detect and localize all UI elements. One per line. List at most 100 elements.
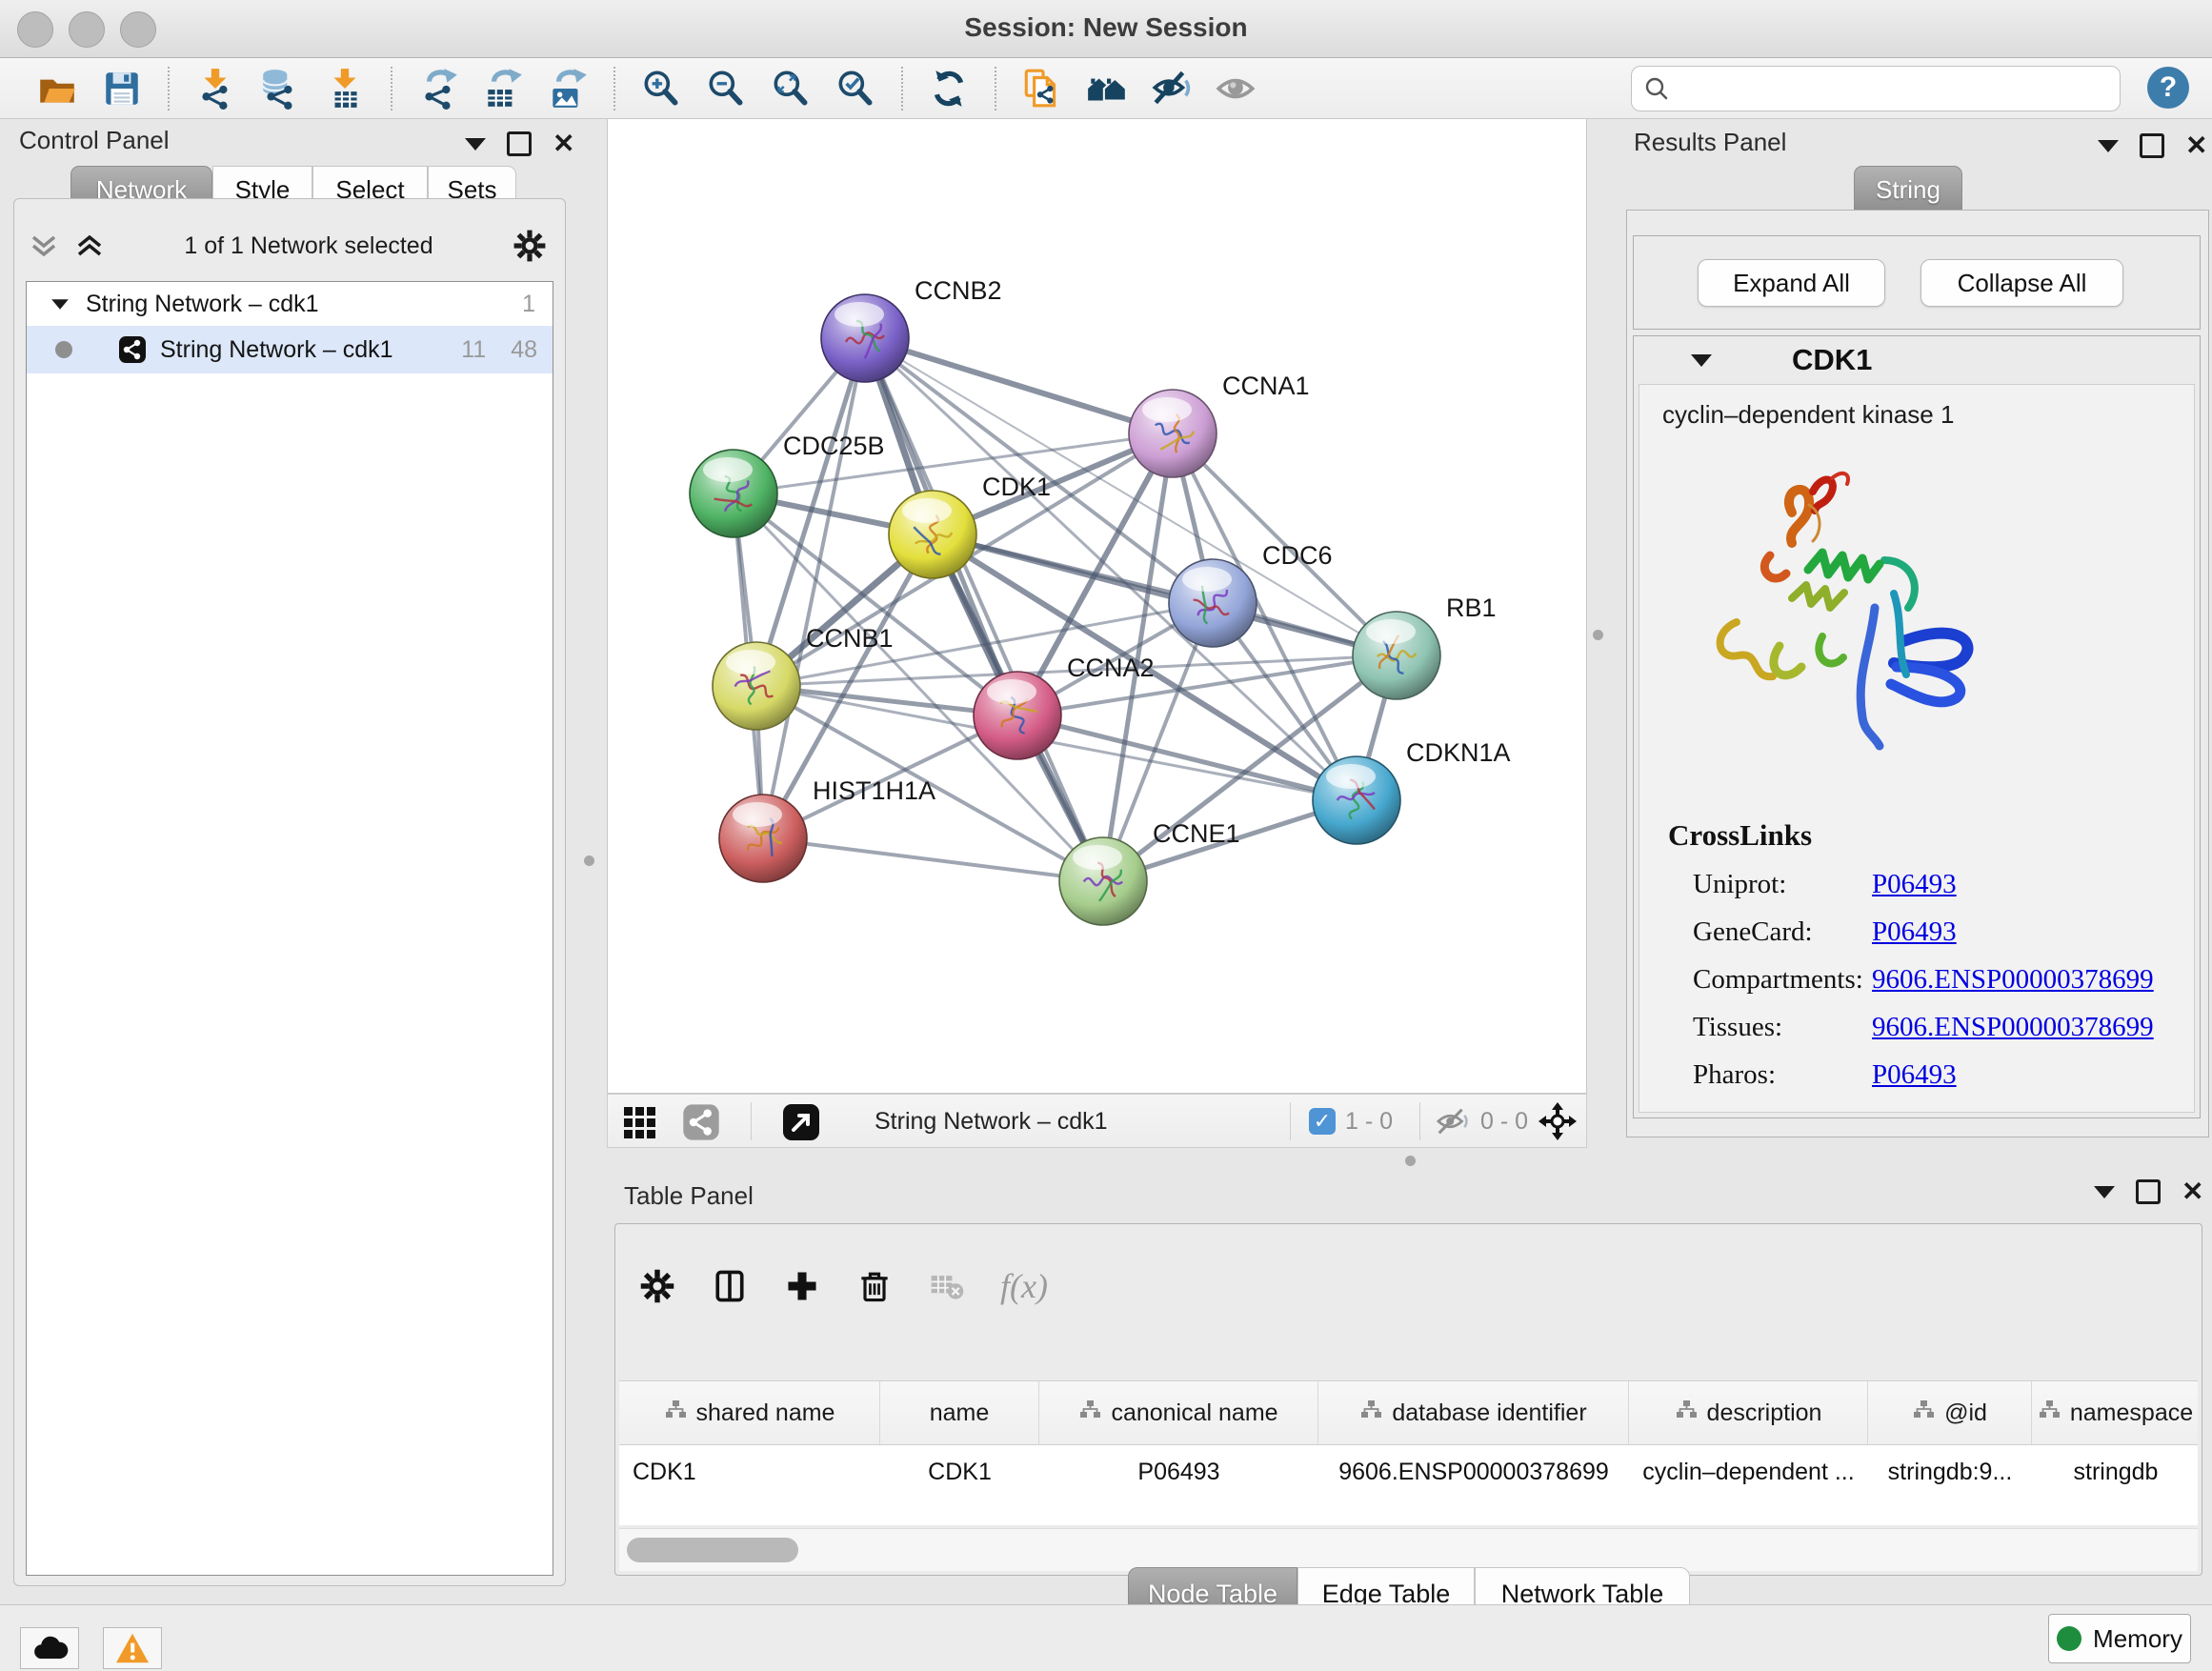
network-node-CCNB1[interactable] xyxy=(713,642,800,730)
protein-description: cyclin–dependent kinase 1 xyxy=(1662,400,1954,430)
network-node-HIST1H1A[interactable] xyxy=(719,795,807,882)
network-node-CDC25B[interactable] xyxy=(690,450,777,537)
birds-eye-view-icon[interactable] xyxy=(623,1106,657,1138)
zoom-out-icon[interactable] xyxy=(701,64,751,113)
search-box[interactable] xyxy=(1631,66,2121,111)
expand-all-button[interactable]: Expand All xyxy=(1698,259,1885,307)
network-node-CCNB2[interactable] xyxy=(821,294,909,382)
control-panel: Control Panel ✕ NetworkStyleSelectSets 1… xyxy=(8,118,572,1604)
open-session-icon[interactable] xyxy=(32,64,82,113)
selected-nodes-checkbox-icon[interactable]: ✓ xyxy=(1309,1108,1336,1135)
column-header-database-identifier[interactable]: database identifier xyxy=(1318,1381,1629,1444)
warning-icon xyxy=(114,1632,151,1664)
network-edge[interactable] xyxy=(763,338,865,838)
copy-document-icon[interactable] xyxy=(1017,64,1067,113)
column-header-canonical-name[interactable]: canonical name xyxy=(1039,1381,1318,1444)
network-edge[interactable] xyxy=(865,338,1173,433)
panel-menu-icon[interactable] xyxy=(2098,140,2119,152)
crosslink-link[interactable]: P06493 xyxy=(1872,916,1957,948)
table-cell[interactable]: stringdb xyxy=(2032,1445,2198,1499)
cloud-status-button[interactable] xyxy=(20,1627,79,1669)
table-cell[interactable]: 9606.ENSP00000378699 xyxy=(1318,1445,1629,1499)
table-row[interactable]: CDK1CDK1P064939606.ENSP00000378699cyclin… xyxy=(619,1445,2198,1499)
section-collapse-icon[interactable] xyxy=(1691,354,1712,367)
zoom-in-icon[interactable] xyxy=(636,64,686,113)
window-title: Session: New Session xyxy=(0,12,2212,43)
tree-expander-icon[interactable] xyxy=(51,299,69,309)
import-network-icon[interactable] xyxy=(191,64,240,113)
window-titlebar: Session: New Session xyxy=(0,0,2212,58)
network-node-CCNA2[interactable] xyxy=(974,672,1061,759)
panel-menu-icon[interactable] xyxy=(2094,1186,2115,1198)
column-header-shared-name[interactable]: shared name xyxy=(619,1381,880,1444)
export-network-icon[interactable] xyxy=(413,64,463,113)
export-table-icon[interactable] xyxy=(478,64,528,113)
search-input[interactable] xyxy=(1679,74,2120,103)
scrollbar-thumb[interactable] xyxy=(627,1538,798,1562)
string-home-icon[interactable] xyxy=(1082,64,1132,113)
zoom-selected-icon[interactable] xyxy=(831,64,880,113)
column-header-description[interactable]: description xyxy=(1629,1381,1868,1444)
table-horizontal-scrollbar[interactable] xyxy=(619,1528,2198,1571)
crosslink-link[interactable]: 9606.ENSP00000378699 xyxy=(1872,1012,2154,1043)
import-table-icon[interactable] xyxy=(320,64,370,113)
network-view[interactable]: CCNB2CCNA1CDC25BCDK1CDC6RB1CCNB1CCNA2CDK… xyxy=(607,118,1587,1094)
panel-close-icon[interactable]: ✕ xyxy=(2185,136,2207,155)
memory-button[interactable]: Memory xyxy=(2048,1614,2191,1663)
node-label-CDKN1A: CDKN1A xyxy=(1406,738,1511,767)
collapse-all-icon[interactable] xyxy=(28,232,60,260)
crosslink-link[interactable]: P06493 xyxy=(1872,1059,1957,1091)
collapse-all-button[interactable]: Collapse All xyxy=(1920,259,2123,307)
show-columns-icon[interactable] xyxy=(711,1267,749,1305)
export-image-icon[interactable] xyxy=(543,64,593,113)
delete-column-trash-icon[interactable] xyxy=(855,1267,894,1305)
panel-float-icon[interactable] xyxy=(2140,133,2164,158)
table-cell[interactable]: P06493 xyxy=(1039,1445,1318,1499)
save-session-icon[interactable] xyxy=(97,64,147,113)
column-header--id[interactable]: @id xyxy=(1868,1381,2032,1444)
table-cell[interactable]: CDK1 xyxy=(619,1445,880,1499)
network-node-CCNA1[interactable] xyxy=(1129,390,1217,477)
column-header-namespace[interactable]: namespace xyxy=(2032,1381,2198,1444)
hide-selected-icon[interactable] xyxy=(1147,64,1196,113)
network-node-CCNE1[interactable] xyxy=(1059,837,1147,925)
panel-float-icon[interactable] xyxy=(507,131,532,156)
crosslinks-title: CrossLinks xyxy=(1668,818,2154,853)
network-node-CDK1[interactable] xyxy=(889,491,976,578)
table-cell[interactable]: cyclin–dependent ... xyxy=(1629,1445,1868,1499)
tab-string[interactable]: String xyxy=(1854,166,1962,212)
open-in-window-icon[interactable] xyxy=(782,1103,820,1141)
table-cell[interactable]: stringdb:9... xyxy=(1868,1445,2032,1499)
panel-float-icon[interactable] xyxy=(2136,1179,2161,1204)
create-column-plus-icon[interactable] xyxy=(783,1267,821,1305)
show-all-icon[interactable] xyxy=(1212,64,1261,113)
import-database-icon[interactable] xyxy=(255,64,305,113)
network-node-CDC6[interactable] xyxy=(1169,559,1257,647)
crosslink-link[interactable]: 9606.ENSP00000378699 xyxy=(1872,964,2154,996)
column-header-name[interactable]: name xyxy=(880,1381,1039,1444)
help-button[interactable]: ? xyxy=(2147,67,2189,109)
collection-count: 1 xyxy=(522,291,535,318)
crosslink-link[interactable]: P06493 xyxy=(1872,869,1957,900)
expand-all-icon[interactable] xyxy=(73,232,106,260)
left-splitter[interactable] xyxy=(572,118,607,1148)
panel-close-icon[interactable]: ✕ xyxy=(2182,1182,2203,1201)
warnings-button[interactable] xyxy=(103,1627,162,1669)
network-options-gear-icon[interactable] xyxy=(512,228,548,264)
network-row-selected[interactable]: String Network – cdk1 11 48 xyxy=(27,326,553,373)
table-options-gear-icon[interactable] xyxy=(638,1267,676,1305)
crosslink-label: Tissues: xyxy=(1668,1012,1872,1043)
right-splitter[interactable] xyxy=(1587,118,1624,1148)
network-node-CDKN1A[interactable] xyxy=(1313,756,1400,844)
crosslink-label: Pharos: xyxy=(1668,1059,1872,1091)
node-label-HIST1H1A: HIST1H1A xyxy=(813,776,935,805)
zoom-fit-icon[interactable] xyxy=(766,64,815,113)
string-badge-icon[interactable] xyxy=(682,1103,720,1141)
network-node-RB1[interactable] xyxy=(1353,612,1440,699)
fit-selected-crosshair-icon[interactable] xyxy=(1537,1100,1579,1142)
network-collection-row[interactable]: String Network – cdk1 1 xyxy=(27,282,553,326)
panel-menu-icon[interactable] xyxy=(465,138,486,151)
network-edge[interactable] xyxy=(763,838,1103,881)
refresh-icon[interactable] xyxy=(924,64,974,113)
table-cell[interactable]: CDK1 xyxy=(880,1445,1039,1499)
